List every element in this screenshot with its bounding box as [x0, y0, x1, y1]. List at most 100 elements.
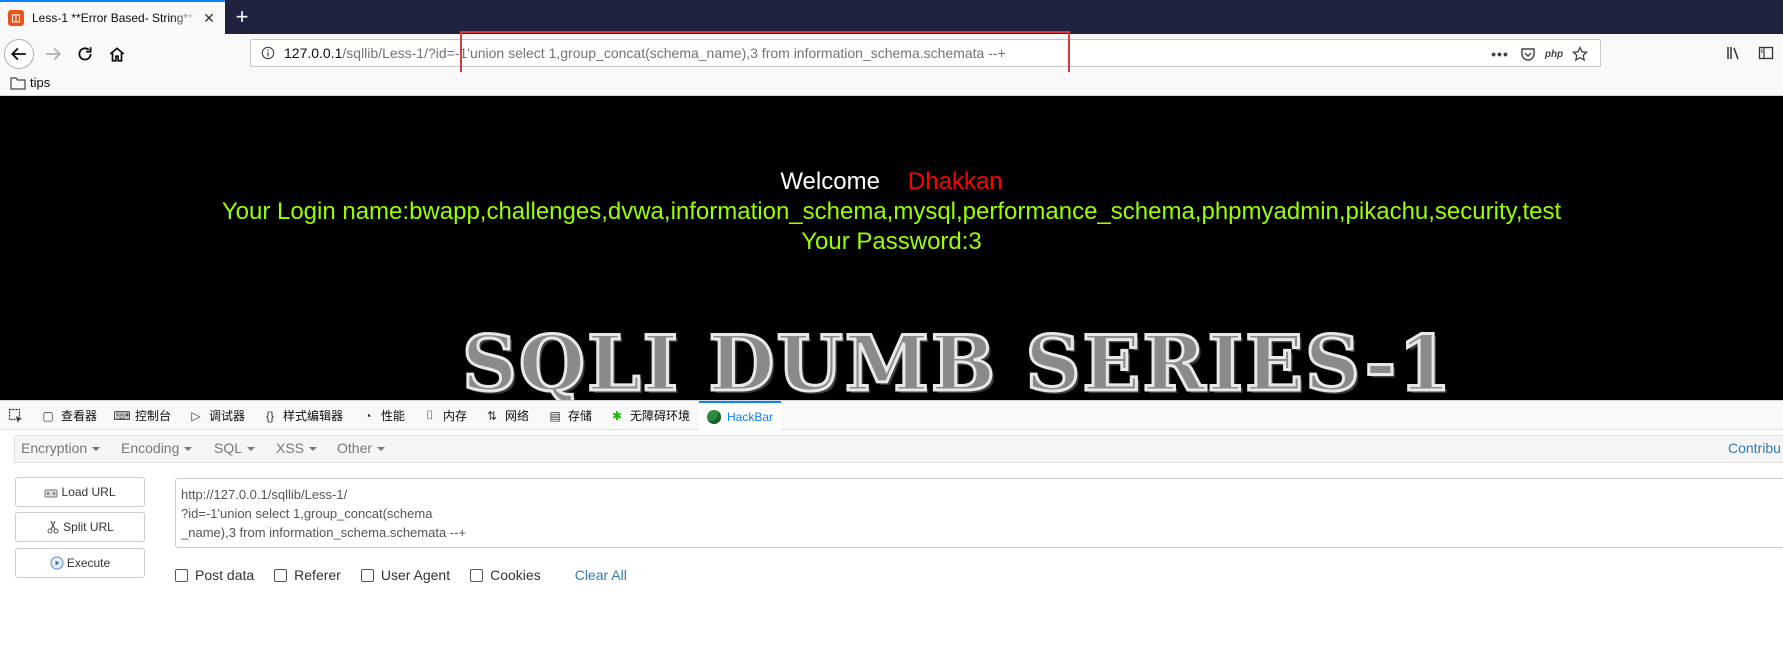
checkbox-label: Cookies	[490, 567, 541, 583]
menu-other[interactable]: Other	[337, 440, 386, 456]
tab-inspector[interactable]: ▢ 查看器	[40, 401, 97, 430]
new-tab-button[interactable]: +	[228, 3, 256, 31]
split-url-button[interactable]: Split URL	[15, 512, 145, 542]
load-icon	[44, 489, 58, 498]
forward-button[interactable]	[38, 39, 68, 69]
scissors-icon	[47, 520, 59, 534]
tab-debugger[interactable]: ▷ 调试器	[188, 401, 245, 430]
hackbar-options: Post data Referer User Agent Cookies Cle…	[175, 565, 627, 585]
caret-down-icon	[92, 447, 101, 452]
hackbar-icon	[707, 409, 721, 424]
caret-down-icon	[309, 447, 318, 452]
welcome-line: Welcome Dhakkan	[0, 168, 1783, 196]
load-url-button[interactable]: Load URL	[15, 477, 145, 507]
menu-label: XSS	[276, 440, 305, 456]
memory-icon: ⌷	[426, 408, 434, 422]
accessibility-icon: ✱	[611, 408, 623, 423]
checkbox-label: User Agent	[380, 567, 451, 583]
cookies-checkbox[interactable]: Cookies	[470, 567, 541, 583]
menu-label: Other	[337, 440, 373, 456]
checkbox-label: Post data	[195, 567, 255, 583]
sidebar-icon[interactable]	[1755, 42, 1777, 64]
menu-sql[interactable]: SQL	[214, 440, 256, 456]
checkbox-box[interactable]	[274, 568, 288, 582]
welcome-name: Dhakkan	[907, 168, 1003, 195]
tab-label: 样式编辑器	[283, 409, 344, 423]
load-url-label: Load URL	[61, 485, 116, 499]
url-highlight-box	[460, 31, 1070, 74]
post-data-checkbox[interactable]: Post data	[175, 567, 254, 583]
reload-button[interactable]	[70, 39, 100, 69]
page-favicon-icon: ◫	[8, 10, 24, 26]
back-button[interactable]	[4, 39, 34, 69]
arrow-right-icon	[46, 47, 62, 61]
page-content: Welcome Dhakkan Your Login name:bwapp,cha…	[0, 96, 1783, 400]
tab-network[interactable]: ⇅ 网络	[484, 401, 529, 430]
execute-label: Execute	[66, 556, 111, 570]
reload-icon	[78, 47, 92, 61]
menu-label: SQL	[214, 440, 243, 456]
close-icon[interactable]: ✕	[201, 10, 217, 26]
tab-accessibility[interactable]: ✱ 无障碍环境	[609, 401, 690, 430]
home-button[interactable]	[102, 39, 132, 69]
php-extension-icon[interactable]: php	[1545, 45, 1563, 63]
folder-icon	[10, 76, 26, 90]
menu-label: Encoding	[121, 440, 180, 456]
tab-label: 内存	[443, 409, 468, 423]
tab-label: 性能	[381, 409, 406, 423]
info-icon[interactable]	[261, 46, 275, 60]
menu-encoding[interactable]: Encoding	[121, 440, 193, 456]
tab-style-editor[interactable]: {} 样式编辑器	[262, 401, 343, 430]
series-banner: SQLI DUMB SERIES-1	[461, 319, 1454, 400]
referer-checkbox[interactable]: Referer	[274, 567, 341, 583]
menu-xss[interactable]: XSS	[276, 440, 318, 456]
hackbar-url-textarea[interactable]: http://127.0.0.1/sqllib/Less-1/ ?id=-1'u…	[175, 478, 1783, 548]
pocket-icon[interactable]	[1519, 45, 1537, 63]
caret-down-icon	[377, 447, 386, 452]
checkbox-box[interactable]	[470, 568, 484, 582]
play-icon	[50, 556, 64, 570]
storage-icon: ▤	[549, 408, 561, 423]
tab-performance[interactable]: ◔ 性能	[360, 401, 405, 430]
tab-console[interactable]: ⌨ 控制台	[113, 401, 171, 430]
bookmarks-toolbar: tips	[0, 72, 1783, 96]
tab-memory[interactable]: ⌷ 内存	[422, 401, 467, 430]
caret-down-icon	[247, 447, 256, 452]
split-url-label: Split URL	[63, 520, 114, 534]
style-editor-icon: {}	[265, 408, 274, 423]
element-picker-icon[interactable]	[8, 408, 24, 424]
inspector-icon: ▢	[42, 408, 54, 423]
tab-storage[interactable]: ▤ 存储	[547, 401, 592, 430]
contribute-link[interactable]: Contribu	[1728, 440, 1781, 456]
hackbar-menubar: Encryption Encoding SQL XSS Other Contri…	[14, 435, 1783, 463]
tab-hackbar[interactable]: HackBar	[699, 401, 782, 430]
tab-strip: ◫ Less-1 **Error Based- String** ✕ +	[0, 0, 1783, 34]
checkbox-label: Referer	[294, 567, 341, 583]
debugger-icon: ▷	[191, 408, 201, 423]
tab-label: 查看器	[61, 409, 98, 423]
tab-label: 存储	[568, 409, 593, 423]
more-actions-icon[interactable]: •••	[1491, 45, 1509, 63]
performance-icon: ◔	[364, 408, 372, 423]
checkbox-box[interactable]	[360, 568, 374, 582]
home-icon	[109, 47, 125, 62]
user-agent-checkbox[interactable]: User Agent	[360, 567, 451, 583]
checkbox-box[interactable]	[175, 568, 188, 582]
url-host: 127.0.0.1	[284, 45, 343, 61]
bookmark-folder-tips[interactable]: tips	[10, 75, 50, 90]
tab-label: 网络	[505, 409, 530, 423]
welcome-text: Welcome	[780, 168, 880, 195]
menu-encryption[interactable]: Encryption	[21, 440, 101, 456]
tab-label: 调试器	[209, 409, 246, 423]
network-icon: ⇅	[486, 408, 498, 423]
clear-all-link[interactable]: Clear All	[575, 567, 627, 583]
menu-label: Encryption	[21, 440, 88, 456]
tab-title: Less-1 **Error Based- String**	[32, 11, 193, 25]
browser-tab[interactable]: ◫ Less-1 **Error Based- String** ✕	[0, 0, 225, 34]
execute-button[interactable]: Execute	[15, 548, 145, 578]
tab-label: HackBar	[727, 409, 774, 424]
bookmark-star-icon[interactable]	[1571, 45, 1589, 63]
devtools-toolbar: ▢ 查看器 ⌨ 控制台 ▷ 调试器 {} 样式编辑器 ◔ 性能 ⌷ 内存 ⇅ 网络 ▤ 存储 ✱…	[0, 400, 1783, 430]
arrow-left-icon	[10, 47, 26, 61]
library-icon[interactable]	[1723, 42, 1745, 64]
